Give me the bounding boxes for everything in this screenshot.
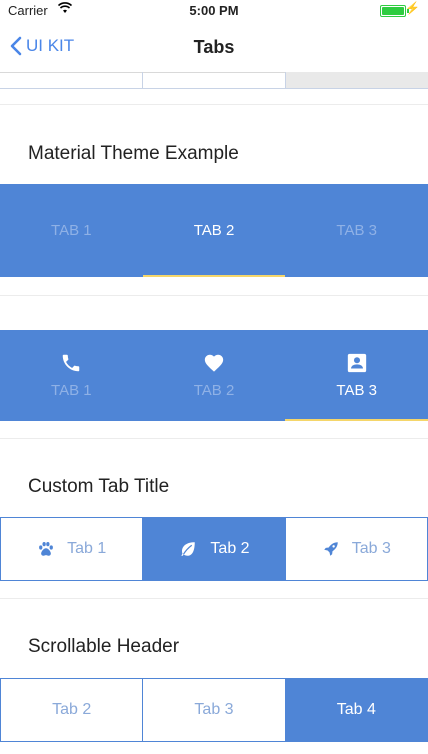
charging-icon: ⚡: [405, 1, 420, 15]
tab-label: Tab 2: [52, 701, 92, 718]
divider: [0, 295, 428, 296]
divider: [0, 438, 428, 439]
tab-label: Tab 3: [194, 701, 234, 718]
strip-tab-3[interactable]: [286, 72, 428, 88]
phone-icon: [63, 354, 80, 372]
divider: [0, 598, 428, 599]
strip-tab-1[interactable]: [0, 72, 143, 88]
page-title: Tabs: [193, 37, 235, 57]
paw-icon: [39, 542, 53, 556]
scrollable-tab-3[interactable]: Tab 3: [143, 679, 286, 741]
scrollable-tab-bar: Tab 2 Tab 3 Tab 4: [0, 678, 428, 742]
battery-icon: [380, 5, 409, 17]
previous-tabs-strip: [0, 72, 428, 89]
tab-label: TAB 3: [336, 382, 377, 399]
tab-label: Tab 4: [336, 701, 376, 718]
material-tab-2[interactable]: TAB 2: [142, 184, 286, 277]
icon-tab-3[interactable]: TAB 3: [285, 330, 428, 421]
tab-label: TAB 2: [193, 382, 235, 399]
heart-icon: [204, 354, 224, 372]
contact-card-icon: [347, 353, 366, 373]
custom-tab-bar: Tab 1 Tab 2 Tab 3: [0, 517, 428, 581]
section-title-scrollable: Scrollable Header: [28, 636, 180, 657]
icon-tab-1[interactable]: TAB 1: [0, 330, 143, 421]
material-tab-3[interactable]: TAB 3: [285, 184, 428, 277]
custom-tab-3[interactable]: Tab 3: [286, 518, 427, 580]
tab-label: TAB 2: [193, 222, 235, 239]
section-title-custom: Custom Tab Title: [28, 476, 170, 497]
custom-tab-1[interactable]: Tab 1: [1, 518, 144, 580]
status-time: 5:00 PM: [189, 3, 239, 18]
scrollable-tab-4[interactable]: Tab 4: [285, 679, 427, 741]
tab-indicator: [285, 419, 428, 421]
navigation-bar: UI KIT Tabs: [0, 22, 428, 73]
icon-tab-bar: TAB 1 TAB 2 TAB 3: [0, 330, 428, 421]
material-tab-1[interactable]: TAB 1: [0, 184, 143, 277]
divider: [0, 104, 428, 105]
tab-indicator: [142, 275, 286, 277]
section-title-material: Material Theme Example: [28, 143, 239, 164]
strip-tab-2[interactable]: [143, 72, 286, 88]
scrollable-tab-2[interactable]: Tab 2: [1, 679, 144, 741]
rocket-icon: [324, 542, 338, 556]
leaf-icon: [181, 542, 196, 556]
tab-label: TAB 3: [336, 222, 377, 239]
tab-label: Tab 1: [67, 540, 107, 557]
tab-label: Tab 3: [351, 540, 391, 557]
tab-label: TAB 1: [51, 382, 92, 399]
icon-tab-2[interactable]: TAB 2: [143, 330, 286, 421]
custom-tab-2[interactable]: Tab 2: [143, 518, 286, 580]
tab-label: Tab 2: [210, 540, 250, 557]
tab-label: TAB 1: [51, 222, 92, 239]
status-bar: Carrier 5:00 PM ⚡: [0, 0, 428, 22]
material-tab-bar: TAB 1 TAB 2 TAB 3: [0, 184, 428, 277]
